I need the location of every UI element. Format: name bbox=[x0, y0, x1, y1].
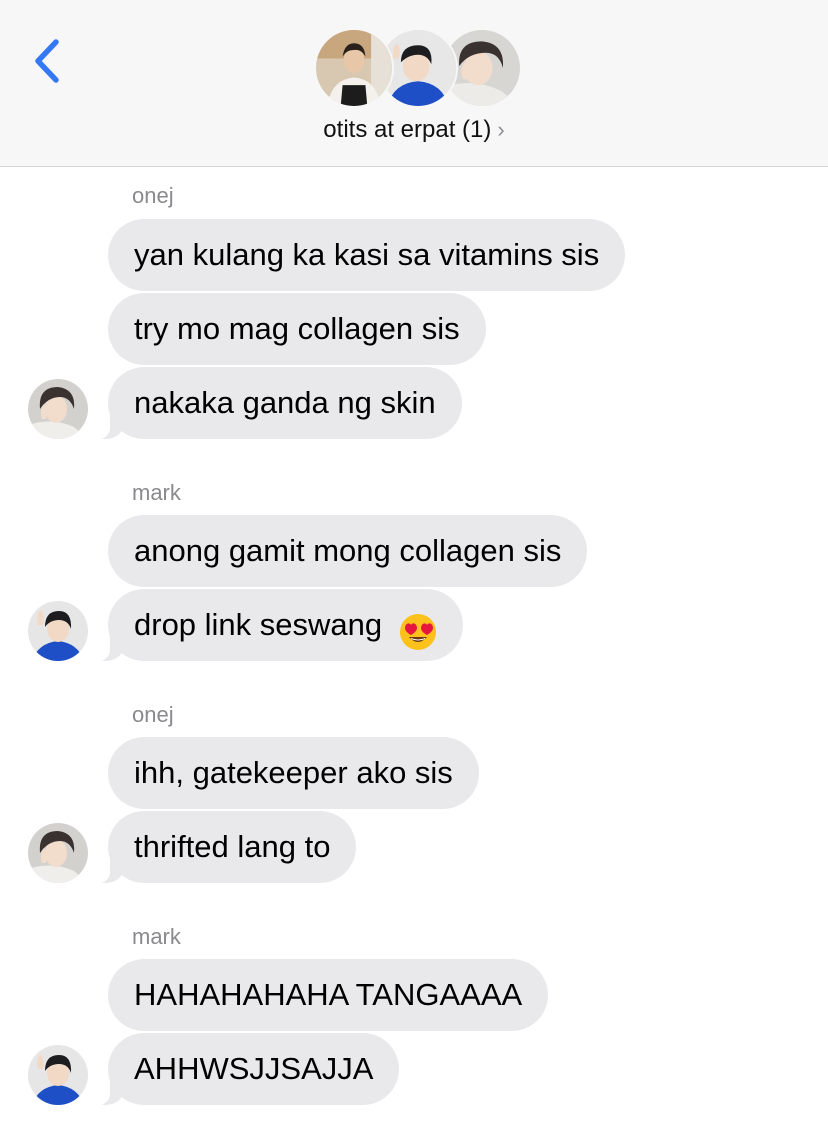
message-text: HAHAHAHAHA TANGAAAA bbox=[134, 977, 523, 1012]
message-bubble[interactable]: ihh, gatekeeper ako sis bbox=[108, 737, 479, 809]
sender-name: mark bbox=[132, 924, 181, 949]
avatar-onej[interactable] bbox=[28, 823, 88, 883]
avatar-mark[interactable] bbox=[28, 601, 88, 661]
message-text: yan kulang ka kasi sa vitamins sis bbox=[134, 237, 600, 272]
back-button[interactable] bbox=[26, 34, 70, 90]
message-text: AHHWSJJSAJJA bbox=[134, 1051, 374, 1086]
message-bubble[interactable]: AHHWSJJSAJJA bbox=[85, 1033, 400, 1106]
message-bubble[interactable]: try mo mag collagen sis bbox=[108, 293, 486, 365]
message-text: try mo mag collagen sis bbox=[134, 311, 460, 346]
heart-eyes-emoji-icon bbox=[399, 605, 437, 650]
member-avatar-1 bbox=[314, 28, 394, 108]
group-title[interactable]: otits at erpat (1) › bbox=[0, 116, 828, 144]
message-bubble[interactable]: yan kulang ka kasi sa vitamins sis bbox=[108, 219, 626, 291]
sender-name: onej bbox=[132, 702, 174, 727]
chevron-left-icon bbox=[35, 39, 59, 83]
message-text: drop link seswang bbox=[134, 607, 383, 642]
message-text: anong gamit mong collagen sis bbox=[134, 533, 562, 568]
conversation-header: otits at erpat (1) › bbox=[0, 0, 828, 167]
sender-name: mark bbox=[132, 480, 181, 505]
sender-name: onej bbox=[132, 183, 174, 208]
message-bubble[interactable]: HAHAHAHAHA TANGAAAA bbox=[108, 959, 549, 1031]
group-avatars[interactable] bbox=[314, 28, 522, 110]
message-text: ihh, gatekeeper ako sis bbox=[134, 755, 453, 790]
chevron-right-icon: › bbox=[497, 117, 505, 142]
message-text: nakaka ganda ng skin bbox=[134, 385, 436, 420]
message-bubble[interactable]: nakaka ganda ng skin bbox=[86, 367, 462, 440]
avatar-onej[interactable] bbox=[28, 379, 88, 439]
message-bubble[interactable]: thrifted lang to bbox=[85, 811, 357, 884]
message-bubble[interactable]: drop link seswang bbox=[86, 589, 463, 662]
avatar-mark[interactable] bbox=[28, 1045, 88, 1105]
message-text: thrifted lang to bbox=[134, 829, 331, 864]
message-bubble[interactable]: anong gamit mong collagen sis bbox=[108, 515, 588, 587]
group-name: otits at erpat (1) bbox=[323, 116, 492, 143]
